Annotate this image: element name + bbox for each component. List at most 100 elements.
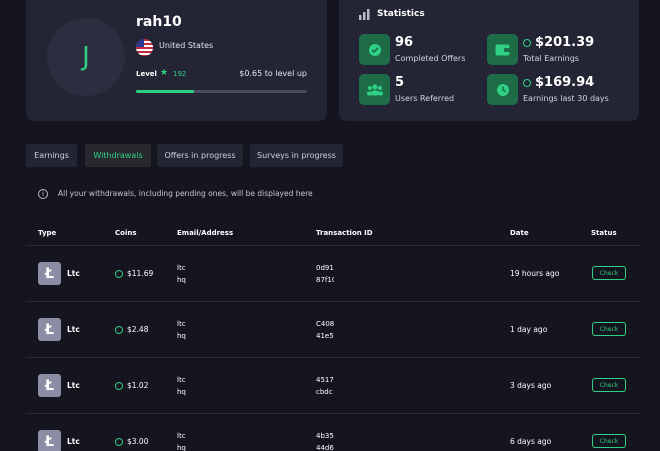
- country-label: United States: [159, 41, 214, 50]
- tab-offers-in-progress[interactable]: Offers in progress: [157, 144, 243, 167]
- stat-earnings-30-days-label: Earnings last 30 days: [523, 94, 609, 103]
- withdrawal-address-line-1: ltc: [177, 376, 186, 384]
- transaction-id-line-2: cbdc: [316, 388, 333, 396]
- column-header-transaction-id: Transaction ID: [316, 229, 373, 237]
- withdrawal-address-line-2: hq: [177, 332, 186, 340]
- bar-chart-icon: [359, 9, 370, 20]
- users-icon: [359, 74, 390, 105]
- coin-icon: [523, 78, 531, 87]
- statistics-title: Statistics: [377, 9, 425, 19]
- check-badge-icon: [359, 34, 390, 65]
- withdrawal-amount: $11.69: [115, 269, 153, 278]
- table-row: Ł Ltc $11.69 ltc hq 0d91 87f10 19 hours ago Chec…: [26, 246, 640, 302]
- transaction-id: 4b35 44d6: [316, 430, 334, 451]
- coin-icon: [523, 38, 531, 47]
- withdrawal-address-line-1: ltc: [177, 432, 186, 440]
- coin-icon: [115, 326, 123, 334]
- stat-completed-offers-value: 96: [395, 35, 414, 50]
- level-progress-fill: [136, 90, 195, 93]
- stat-users-referred-label: Users Referred: [395, 94, 455, 103]
- withdrawal-address-line-2: hq: [177, 276, 186, 284]
- transaction-id-line-1: C408: [316, 320, 334, 328]
- us-flag-icon: [136, 39, 153, 56]
- column-header-email: Email/Address: [177, 229, 234, 237]
- stat-total-earnings-value: $201.39: [523, 35, 594, 50]
- table-row: Ł Ltc $3.00 ltc hq 4b35 44d6 6 days ago Check: [26, 414, 640, 451]
- withdrawal-address: ltc hq: [177, 374, 186, 398]
- withdrawal-amount: $1.02: [115, 381, 148, 390]
- wallet-icon: [487, 34, 518, 65]
- tab-earnings[interactable]: Earnings: [26, 144, 77, 167]
- star-icon: ★: [160, 68, 169, 78]
- check-button[interactable]: Check: [592, 266, 626, 280]
- withdrawal-type: Ltc: [67, 437, 80, 446]
- withdrawal-type: Ltc: [67, 269, 80, 278]
- withdrawal-amount-value: $2.48: [127, 325, 149, 334]
- withdrawal-amount-value: $1.02: [127, 381, 149, 390]
- withdrawal-amount: $3.00: [115, 437, 148, 446]
- withdrawal-address: ltc hq: [177, 430, 186, 451]
- litecoin-icon: Ł: [38, 430, 61, 451]
- transaction-id-line-2: 44d6: [316, 444, 334, 451]
- withdrawal-address-line-1: ltc: [177, 320, 186, 328]
- username: rah10: [136, 14, 182, 30]
- withdrawal-address: ltc hq: [177, 318, 186, 342]
- statistics-card: Statistics 96 Completed Offers $201.39 T…: [339, 0, 639, 121]
- table-row: Ł Ltc $2.48 ltc hq C408 41e5 1 day ago Check: [26, 302, 640, 358]
- level-progress-bar: [136, 90, 307, 93]
- check-button[interactable]: Check: [592, 434, 626, 448]
- withdrawal-amount-value: $3.00: [127, 437, 149, 446]
- to-next-level: $0.65 to level up: [239, 69, 307, 78]
- level-label: Level: [136, 70, 157, 78]
- transaction-id: 4517 cbdc: [316, 374, 334, 398]
- withdrawal-address-line-2: hq: [177, 388, 186, 396]
- clock-icon: [487, 74, 518, 105]
- check-button[interactable]: Check: [592, 378, 626, 392]
- address-redaction: [186, 246, 318, 302]
- column-header-status: Status: [591, 229, 617, 237]
- withdrawal-amount-value: $11.69: [127, 269, 154, 278]
- column-header-coins: Coins: [115, 229, 137, 237]
- stat-earnings-30-days-amount: $169.94: [535, 75, 595, 90]
- transaction-id-line-2: 87f10: [316, 276, 334, 284]
- litecoin-icon: Ł: [38, 318, 61, 341]
- withdrawal-type: Ltc: [67, 381, 80, 390]
- litecoin-icon: Ł: [38, 262, 61, 285]
- litecoin-icon: Ł: [38, 374, 61, 397]
- transaction-id-line-1: 4b35: [316, 432, 334, 440]
- stat-users-referred-value: 5: [395, 75, 405, 90]
- tab-surveys-in-progress[interactable]: Surveys in progress: [250, 144, 343, 167]
- address-redaction: [186, 302, 318, 358]
- stat-total-earnings-amount: $201.39: [535, 35, 595, 50]
- address-redaction: [186, 414, 318, 451]
- transaction-id: 0d91 87f10: [316, 262, 334, 286]
- stat-completed-offers-label: Completed Offers: [395, 54, 466, 63]
- withdrawal-type: Ltc: [67, 325, 80, 334]
- avatar-initial: J: [82, 42, 90, 72]
- withdrawal-date: 6 days ago: [510, 437, 552, 446]
- info-icon: i: [38, 189, 48, 199]
- profile-card: J rah10 United States Level ★ 192 $0.65 …: [26, 0, 327, 121]
- coin-icon: [115, 438, 123, 446]
- withdrawals-info-text: All your withdrawals, including pending …: [58, 189, 313, 198]
- transaction-id-line-2: 41e5: [316, 332, 334, 340]
- column-header-type: Type: [38, 229, 57, 237]
- column-header-date: Date: [510, 229, 529, 237]
- stat-earnings-30-days-value: $169.94: [523, 75, 594, 90]
- transaction-id: C408 41e5: [316, 318, 334, 342]
- withdrawal-date: 3 days ago: [510, 381, 552, 390]
- withdrawal-address-line-2: hq: [177, 444, 186, 451]
- withdrawal-date: 19 hours ago: [510, 269, 560, 278]
- transaction-id-line-1: 4517: [316, 376, 334, 384]
- avatar: J: [47, 18, 125, 96]
- tab-withdrawals[interactable]: Withdrawals: [85, 144, 151, 167]
- withdrawal-date: 1 day ago: [510, 325, 548, 334]
- check-button[interactable]: Check: [592, 322, 626, 336]
- withdrawal-amount: $2.48: [115, 325, 148, 334]
- transaction-id-line-1: 0d91: [316, 264, 334, 272]
- stat-total-earnings-label: Total Earnings: [523, 54, 579, 63]
- withdrawal-address: ltc hq: [177, 262, 186, 286]
- coin-icon: [115, 270, 123, 278]
- table-row: Ł Ltc $1.02 ltc hq 4517 cbdc 3 days ago Check: [26, 358, 640, 414]
- coin-icon: [115, 382, 123, 390]
